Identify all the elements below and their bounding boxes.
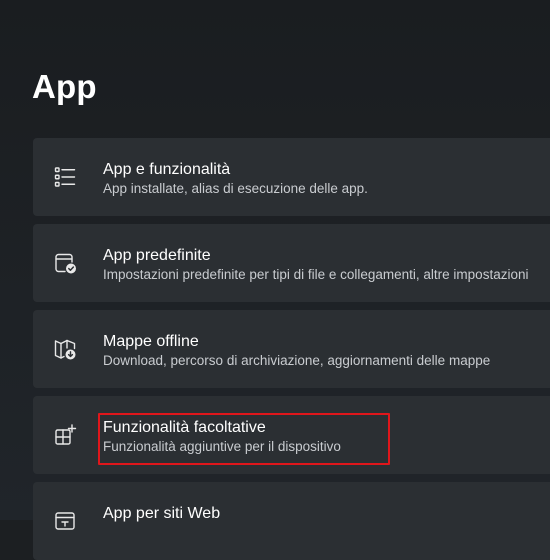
settings-item-default-apps[interactable]: App predefinite Impostazioni predefinite…: [33, 224, 550, 302]
settings-item-subtitle: Funzionalità aggiuntive per il dispositi…: [103, 439, 341, 454]
app-list-icon: [53, 165, 77, 189]
settings-item-title: Mappe offline: [103, 333, 199, 350]
settings-item-text: Mappe offline Download, percorso di arch…: [103, 332, 490, 370]
settings-item-apps-features[interactable]: App e funzionalità App installate, alias…: [33, 138, 550, 216]
page-title: App: [32, 68, 97, 105]
optional-features-icon: [53, 423, 77, 447]
settings-page: App App e funzionalità App installate, a…: [0, 0, 550, 560]
settings-item-subtitle: Impostazioni predefinite per tipi di fil…: [103, 267, 529, 282]
default-apps-icon: [53, 251, 77, 275]
settings-item-text: App e funzionalità App installate, alias…: [103, 160, 368, 198]
settings-item-subtitle: App installate, alias di esecuzione dell…: [103, 181, 368, 196]
offline-map-icon: [53, 337, 77, 361]
settings-item-title: App e funzionalità: [103, 161, 231, 178]
settings-item-optional-features[interactable]: Funzionalità facoltative Funzionalità ag…: [33, 396, 550, 474]
settings-item-title: App per siti Web: [103, 505, 221, 522]
settings-item-apps-for-websites[interactable]: App per siti Web: [33, 482, 550, 560]
settings-item-title: App predefinite: [103, 247, 211, 264]
apps-for-websites-icon: [53, 509, 77, 533]
settings-item-text: App per siti Web: [103, 504, 220, 524]
settings-item-offline-maps[interactable]: Mappe offline Download, percorso di arch…: [33, 310, 550, 388]
settings-item-text: Funzionalità facoltative Funzionalità ag…: [103, 418, 341, 456]
settings-item-title: Funzionalità facoltative: [103, 419, 266, 436]
settings-item-text: App predefinite Impostazioni predefinite…: [103, 246, 528, 284]
settings-item-subtitle: Download, percorso di archiviazione, agg…: [103, 353, 491, 368]
